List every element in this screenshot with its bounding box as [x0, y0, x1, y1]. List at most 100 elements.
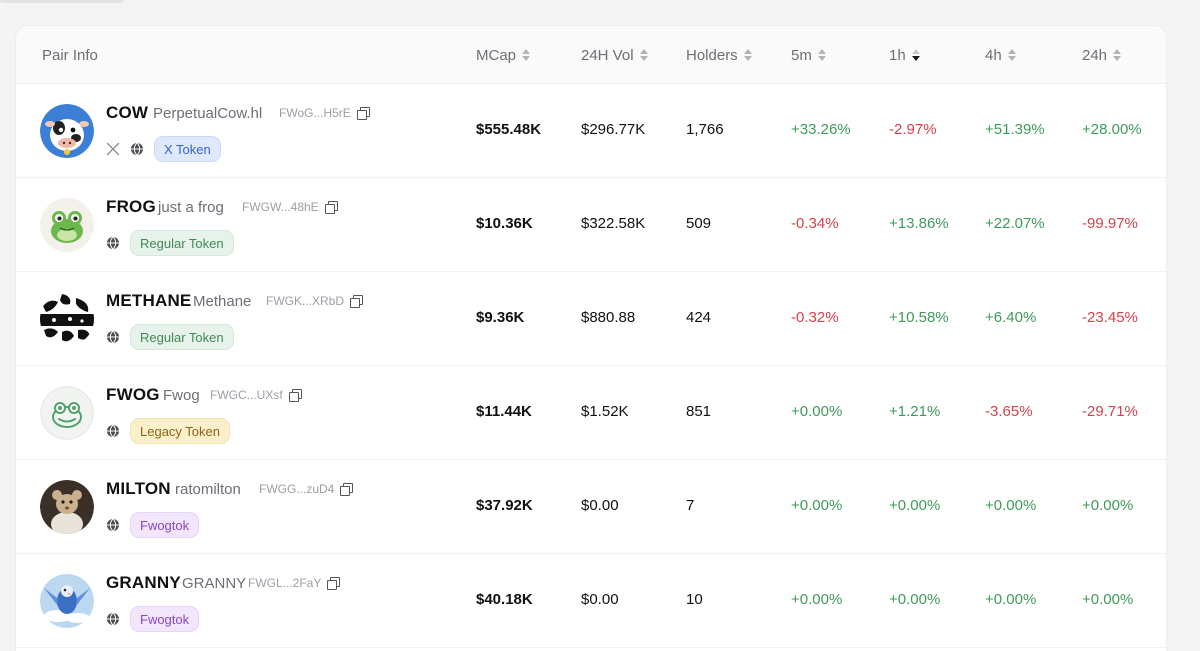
- token-symbol: GRANNY: [106, 573, 181, 592]
- token-links: Regular Token: [106, 230, 234, 256]
- vol24-value: $1.52K: [581, 403, 629, 420]
- token-name: Fwog: [163, 387, 200, 404]
- mcap-value: $11.44K: [476, 403, 532, 420]
- table-row[interactable]: COW PerpetualCow.hl FWoG...H5rE X Token …: [16, 84, 1166, 178]
- sort-icon: [639, 49, 648, 61]
- token-name: PerpetualCow.hl: [153, 105, 263, 122]
- copy-icon[interactable]: [356, 107, 370, 120]
- sort-desc-active-icon: [911, 49, 920, 61]
- sort-icon: [1007, 49, 1016, 61]
- change-24h: +0.00%: [1082, 497, 1134, 514]
- header-24h-vol-sort[interactable]: 24H Vol: [581, 26, 648, 84]
- token-name: Methane: [193, 293, 252, 310]
- token-links: Fwogtok: [106, 606, 200, 632]
- mcap-value: $40.18K: [476, 591, 533, 608]
- token-type-badge: X Token: [154, 136, 221, 162]
- sort-icon: [1113, 49, 1122, 61]
- frog-icon: [40, 198, 94, 252]
- change-5m: -0.32%: [791, 309, 839, 326]
- token-type-badge: Legacy Token: [130, 418, 230, 444]
- globe-icon[interactable]: [106, 424, 120, 438]
- change-24h: +28.00%: [1082, 121, 1142, 138]
- token-address: FWoG...H5rE: [279, 106, 370, 120]
- fwog-face-icon: [40, 386, 94, 440]
- copy-icon[interactable]: [340, 483, 354, 496]
- sort-icon: [817, 49, 826, 61]
- table-row[interactable]: FROG just a frog FWGW...48hE Regular Tok…: [16, 178, 1166, 272]
- token-name: ratomilton: [175, 481, 241, 498]
- change-24h: +0.00%: [1082, 591, 1134, 608]
- token-address: FWGW...48hE: [242, 200, 338, 214]
- change-5m: -0.34%: [791, 215, 839, 232]
- token-name: just a frog: [158, 199, 224, 216]
- holders-value: 10: [686, 591, 703, 608]
- token-links: X Token: [106, 136, 221, 162]
- copy-icon[interactable]: [327, 577, 341, 590]
- change-4h: +0.00%: [985, 497, 1037, 514]
- globe-icon[interactable]: [106, 612, 120, 626]
- copy-icon[interactable]: [324, 201, 338, 214]
- change-4h: +6.40%: [985, 309, 1037, 326]
- table-row[interactable]: MILTON ratomilton FWGG...zuD4 Fwogtok $3…: [16, 460, 1166, 554]
- change-4h: -3.65%: [985, 403, 1033, 420]
- copy-icon[interactable]: [350, 295, 364, 308]
- token-address: FWGL...2FaY: [248, 576, 341, 590]
- change-1h: +0.00%: [889, 591, 941, 608]
- holders-value: 1,766: [686, 121, 724, 138]
- change-4h: +0.00%: [985, 591, 1037, 608]
- vol24-value: $880.88: [581, 309, 636, 326]
- token-links: Fwogtok: [106, 512, 200, 538]
- change-1h: +13.86%: [889, 215, 949, 232]
- token-links: Legacy Token: [106, 418, 230, 444]
- rat-icon: [40, 480, 94, 534]
- change-24h: -23.45%: [1082, 309, 1138, 326]
- header-24h-sort[interactable]: 24h: [1082, 26, 1122, 84]
- token-table: Pair Info MCap 24H Vol Holders 5m 1h 4h …: [16, 26, 1166, 651]
- header-pair-info: Pair Info: [42, 46, 98, 64]
- mcap-value: $37.92K: [476, 497, 533, 514]
- change-4h: +22.07%: [985, 215, 1045, 232]
- change-4h: +51.39%: [985, 121, 1045, 138]
- globe-icon[interactable]: [106, 330, 120, 344]
- holders-value: 7: [686, 497, 695, 514]
- token-links: Regular Token: [106, 324, 234, 350]
- table-header: Pair Info MCap 24H Vol Holders 5m 1h 4h …: [16, 26, 1166, 84]
- header-mcap-sort[interactable]: MCap: [476, 26, 531, 84]
- change-1h: +0.00%: [889, 497, 941, 514]
- token-address: FWGC...UXsf: [210, 388, 302, 402]
- token-type-badge: Fwogtok: [130, 512, 200, 538]
- bird-icon: [40, 574, 94, 628]
- holders-value: 851: [686, 403, 712, 420]
- change-24h: -99.97%: [1082, 215, 1138, 232]
- change-1h: +10.58%: [889, 309, 949, 326]
- vol24-value: $296.77K: [581, 121, 646, 138]
- header-4h-sort[interactable]: 4h: [985, 26, 1016, 84]
- token-symbol: MILTON: [106, 479, 171, 498]
- token-address: FWGG...zuD4: [259, 482, 354, 496]
- vol24-value: $0.00: [581, 497, 619, 514]
- header-5m-sort[interactable]: 5m: [791, 26, 826, 84]
- change-5m: +0.00%: [791, 403, 843, 420]
- change-1h: +1.21%: [889, 403, 941, 420]
- token-type-badge: Regular Token: [130, 230, 234, 256]
- token-address: FWGK...XRbD: [266, 294, 364, 308]
- x-twitter-icon[interactable]: [106, 142, 120, 156]
- change-5m: +0.00%: [791, 591, 843, 608]
- holders-value: 424: [686, 309, 712, 326]
- cow-pattern-icon: [40, 292, 94, 346]
- mcap-value: $555.48K: [476, 121, 542, 138]
- table-row[interactable]: FWOG Fwog FWGC...UXsf Legacy Token $11.4…: [16, 366, 1166, 460]
- globe-icon[interactable]: [130, 142, 144, 156]
- change-5m: +33.26%: [791, 121, 851, 138]
- globe-icon[interactable]: [106, 518, 120, 532]
- table-row[interactable]: GRANNY GRANNY FWGL...2FaY Fwogtok $40.18…: [16, 554, 1166, 648]
- token-symbol: METHANE: [106, 291, 192, 310]
- copy-icon[interactable]: [288, 389, 302, 402]
- change-24h: -29.71%: [1082, 403, 1138, 420]
- table-row[interactable]: METHANE Methane FWGK...XRbD Regular Toke…: [16, 272, 1166, 366]
- header-1h-sort[interactable]: 1h: [889, 26, 920, 84]
- holders-value: 509: [686, 215, 712, 232]
- header-holders-sort[interactable]: Holders: [686, 26, 752, 84]
- globe-icon[interactable]: [106, 236, 120, 250]
- mcap-value: $10.36K: [476, 215, 533, 232]
